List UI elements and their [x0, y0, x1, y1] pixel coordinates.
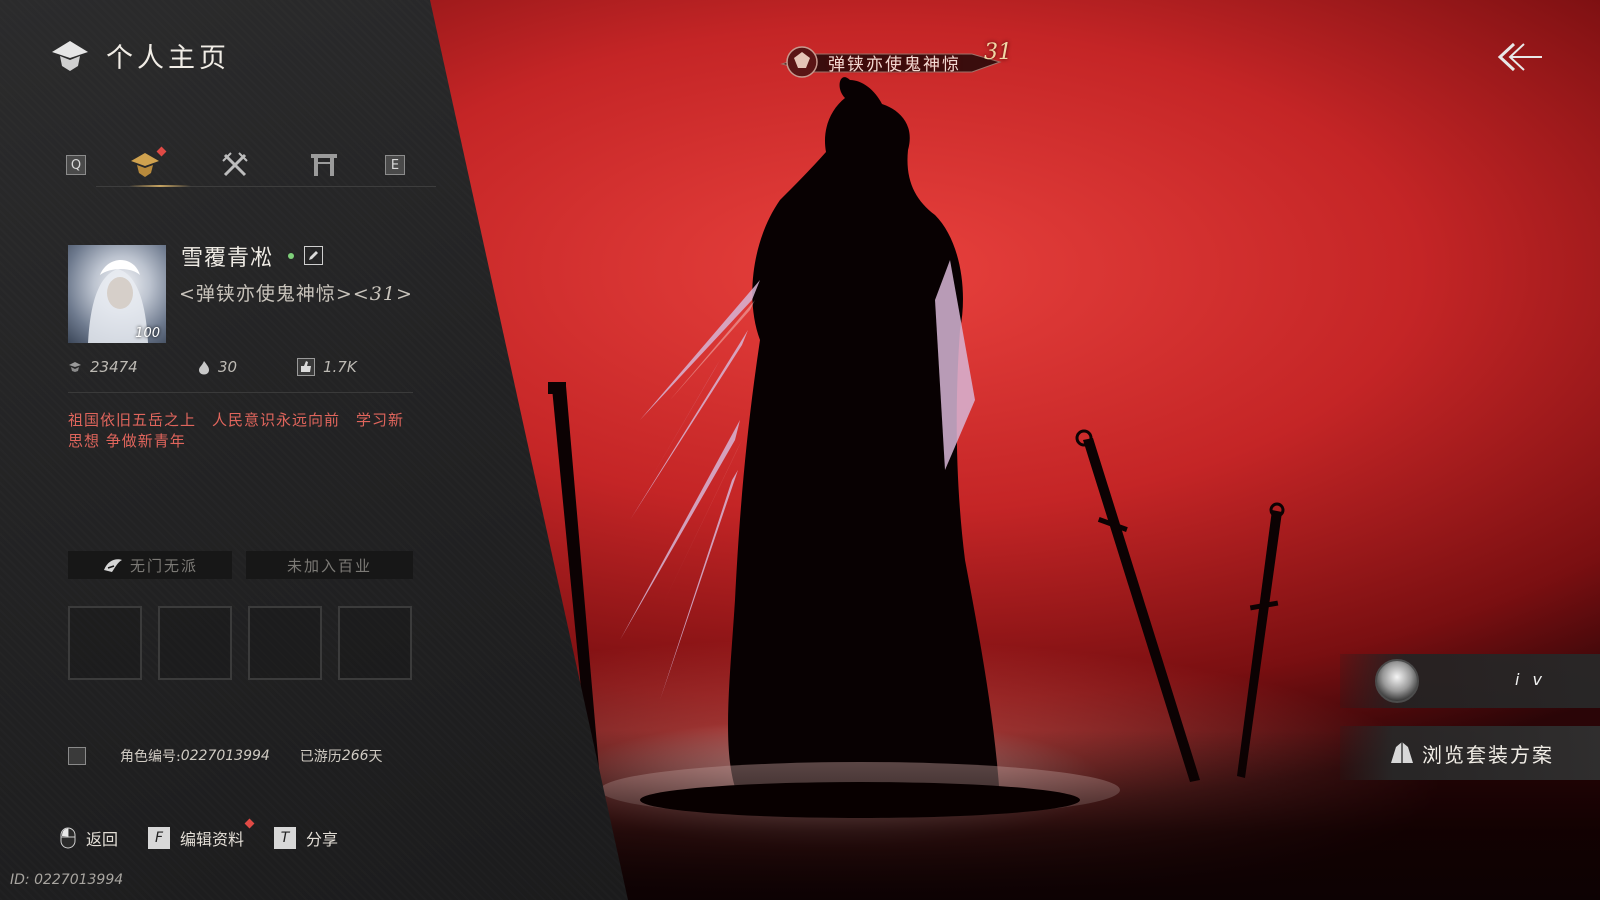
- share-key: T: [274, 827, 297, 849]
- flame-icon: [199, 360, 209, 374]
- role-id-label: 角色编号:: [120, 749, 181, 765]
- browse-outfits-button[interactable]: 浏览套装方案: [1340, 726, 1600, 780]
- guild-suffix: >: [395, 283, 413, 305]
- profession-label: 未加入百业: [286, 556, 372, 575]
- guild-title: <弹铗亦使鬼神惊><31>: [179, 279, 413, 306]
- banner-level: 31: [984, 40, 1012, 65]
- profile-tabs: Q E: [66, 146, 436, 190]
- page-title: 个人主页: [106, 43, 230, 74]
- footer-actions: 返回 F 编辑资料 T 分享: [60, 818, 368, 850]
- edit-profile-label: 编辑资料: [180, 830, 245, 849]
- tab-next-key[interactable]: E: [385, 155, 405, 175]
- stat-likes-value: 1.7K: [323, 358, 357, 376]
- days-value: 266: [341, 748, 369, 764]
- stats-divider: [68, 392, 413, 393]
- days-unit: 天: [368, 749, 383, 765]
- role-info-row: 角色编号: 0227013994 已游历 266 天: [68, 746, 383, 766]
- badge-slot[interactable]: [68, 606, 142, 680]
- outfit-icon: [1391, 742, 1413, 763]
- browse-outfits-label: 浏览套装方案: [1422, 742, 1554, 767]
- back-action[interactable]: 返回: [60, 826, 118, 850]
- player-id: ID: 0227013994: [10, 872, 124, 888]
- friend-avatar: [1375, 659, 1419, 703]
- days-label: 已游历: [299, 749, 342, 765]
- page-header: 个人主页: [48, 36, 230, 75]
- profile-emblem-icon: [131, 153, 159, 177]
- badge-slot[interactable]: [248, 606, 322, 680]
- online-status-dot: [288, 253, 294, 259]
- player-name: 雪覆青凇: [181, 246, 274, 271]
- stat-fire: 30: [198, 358, 237, 376]
- copy-id-icon[interactable]: [68, 747, 86, 765]
- tab-combat[interactable]: [217, 148, 253, 182]
- player-stats: 23474 30 1.7K: [68, 358, 413, 384]
- edit-profile-action[interactable]: F 编辑资料: [148, 818, 255, 850]
- stat-likes[interactable]: 1.7K: [297, 358, 357, 376]
- tab-gate[interactable]: [306, 148, 342, 182]
- power-emblem-icon: [69, 362, 81, 372]
- friend-card[interactable]: i v: [1340, 654, 1600, 708]
- badge-slot[interactable]: [158, 606, 232, 680]
- faction-emblem-icon: [103, 559, 122, 572]
- profession-button[interactable]: 未加入百业: [246, 551, 413, 579]
- pencil-icon: [309, 251, 318, 260]
- tab-active-indicator: [129, 185, 191, 187]
- game-emblem-icon: [52, 40, 88, 71]
- crossed-swords-icon: [222, 152, 248, 177]
- mouse-right-click-icon: [60, 827, 76, 849]
- guild-name: <弹铗亦使鬼神惊><: [179, 283, 370, 305]
- faction-button[interactable]: 无门无派: [68, 551, 232, 579]
- role-id-value: 0227013994: [180, 748, 270, 764]
- avatar-level: 100: [135, 326, 160, 341]
- thumbs-up-icon: [297, 358, 315, 376]
- badge-slot[interactable]: [338, 606, 412, 680]
- guild-level: 31: [369, 283, 396, 305]
- stat-power: 23474: [68, 358, 138, 376]
- banner-title: 弹铗亦使鬼神惊: [828, 55, 961, 75]
- stat-fire-value: 30: [218, 358, 238, 376]
- tab-profile[interactable]: [127, 146, 167, 182]
- scene-calligraphy-decoration: [1484, 80, 1516, 108]
- gate-icon: [311, 154, 337, 176]
- player-signature: 祖国依旧五岳之上 人民意识永远向前 学习新思想 争做新青年: [68, 411, 405, 450]
- faction-label: 无门无派: [129, 556, 198, 575]
- back-label: 返回: [86, 830, 119, 849]
- back-arrow-icon[interactable]: [1496, 40, 1546, 74]
- stat-power-value: 23474: [90, 358, 138, 376]
- share-label: 分享: [306, 830, 339, 849]
- share-action[interactable]: T 分享: [274, 826, 338, 850]
- edit-name-button[interactable]: [304, 246, 323, 265]
- player-avatar[interactable]: 100: [68, 245, 166, 343]
- title-banner: 弹铗亦使鬼神惊 31: [772, 40, 1022, 82]
- edit-key: F: [148, 827, 171, 849]
- tab-prev-key[interactable]: Q: [66, 155, 86, 175]
- friend-name: i v: [1515, 670, 1546, 689]
